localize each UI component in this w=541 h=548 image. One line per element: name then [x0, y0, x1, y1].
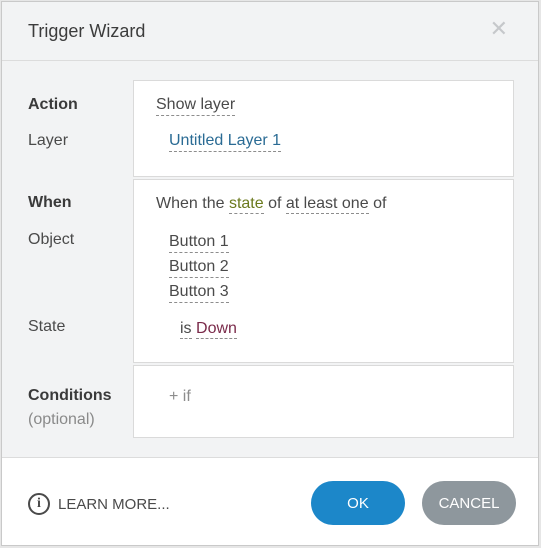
- dialog-title: Trigger Wizard: [28, 21, 146, 41]
- layer-dropdown[interactable]: Untitled Layer 1: [169, 132, 282, 152]
- layer-label: Layer: [28, 132, 69, 149]
- when-box: When the state of at least one of Button…: [133, 179, 514, 363]
- dialog-body: Action Layer Show layer Untitled Layer 1…: [2, 61, 538, 457]
- dialog-footer: i LEARN MORE... OK CANCEL: [2, 458, 538, 545]
- action-section-label: Action: [28, 96, 78, 113]
- add-if-link[interactable]: + if: [169, 388, 191, 406]
- conditions-box: + if: [133, 365, 514, 438]
- when-prefix: When the: [156, 195, 225, 212]
- dialog-titlebar: Trigger Wizard ✕: [2, 2, 538, 61]
- learn-more-link[interactable]: i LEARN MORE...: [28, 493, 170, 515]
- when-section-label: When: [28, 194, 72, 211]
- quantifier-link[interactable]: at least one: [285, 195, 369, 214]
- object-item-button-2[interactable]: Button 2: [169, 258, 229, 278]
- of-word: of: [268, 195, 282, 212]
- close-icon[interactable]: ✕: [490, 18, 508, 40]
- trigger-wizard-dialog: Trigger Wizard ✕ Action Layer Show layer…: [1, 1, 539, 546]
- object-label: Object: [28, 231, 75, 248]
- ok-button[interactable]: OK: [311, 481, 405, 525]
- object-item-button-3[interactable]: Button 3: [169, 283, 229, 303]
- when-suffix: of: [373, 195, 387, 212]
- learn-more-label: LEARN MORE...: [58, 495, 170, 513]
- action-box: Show layer Untitled Layer 1: [133, 80, 514, 177]
- conditions-optional-label: (optional): [28, 411, 95, 428]
- object-item-button-1[interactable]: Button 1: [169, 233, 229, 253]
- state-condition: is Down: [180, 320, 237, 339]
- state-label: State: [28, 318, 66, 335]
- when-sentence: When the state of at least one of: [156, 195, 387, 214]
- conditions-section-label: Conditions: [28, 387, 112, 404]
- cancel-button[interactable]: CANCEL: [422, 481, 516, 525]
- info-icon: i: [28, 493, 50, 515]
- state-value-dropdown[interactable]: Down: [196, 320, 237, 339]
- action-dropdown[interactable]: Show layer: [156, 96, 236, 116]
- state-link[interactable]: state: [228, 195, 264, 214]
- state-is-word[interactable]: is: [180, 320, 192, 339]
